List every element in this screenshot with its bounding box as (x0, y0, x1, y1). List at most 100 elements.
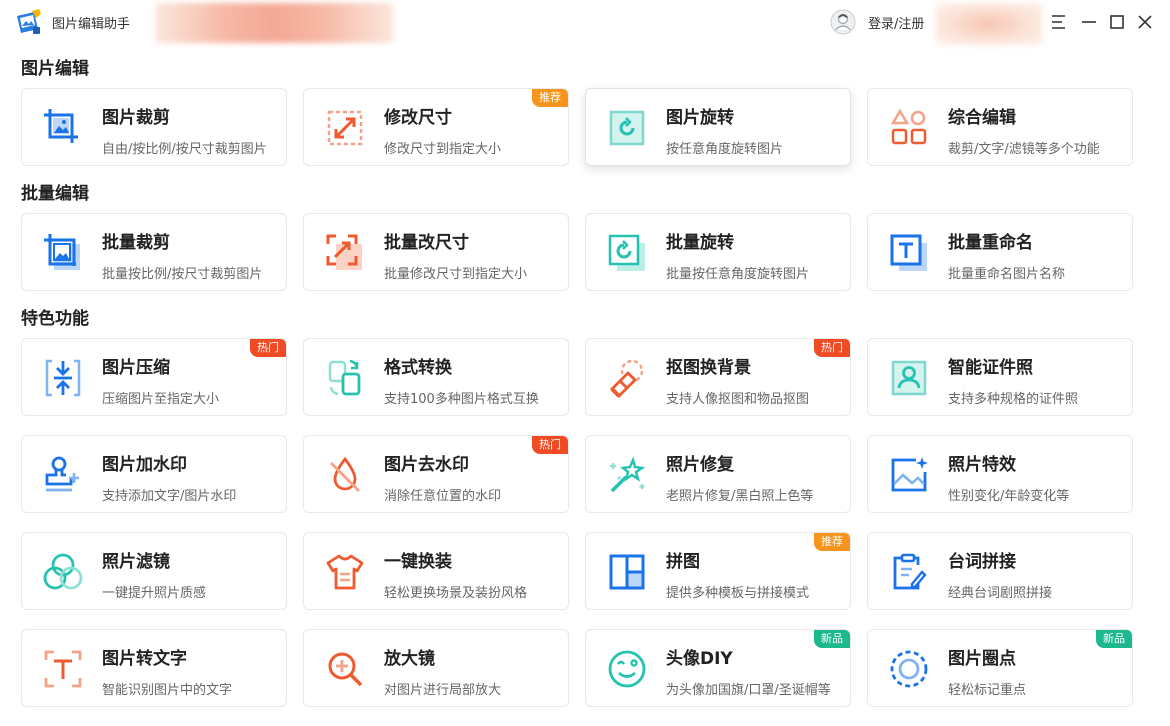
compress-icon (45, 359, 81, 397)
card-image-to-text[interactable]: 图片转文字 智能识别图片中的文字 (21, 629, 287, 707)
card-title: 智能证件照 (948, 358, 1033, 378)
convert-icon (328, 359, 361, 396)
card-title: 图片旋转 (666, 108, 734, 128)
card-subtitle: 性别变化/年龄变化等 (948, 489, 1070, 504)
card-subtitle: 为头像加国旗/口罩/圣诞帽等 (666, 683, 831, 698)
card-subtitle: 对图片进行局部放大 (384, 683, 502, 698)
section-title-features: 特色功能 (21, 309, 89, 329)
collage-icon (609, 554, 645, 590)
rotate-icon (609, 110, 645, 146)
card-batch-resize[interactable]: 批量改尺寸 批量修改尺寸到指定大小 (303, 213, 569, 291)
card-subtitle: 压缩图片至指定大小 (102, 392, 220, 407)
card-title: 图片裁剪 (102, 108, 170, 128)
card-subtitle: 支持多种规格的证件照 (948, 392, 1079, 407)
badge-hot: 热门 (814, 339, 850, 357)
card-rotate[interactable]: 图片旋转 按任意角度旋转图片 (585, 88, 851, 166)
card-resize[interactable]: 修改尺寸 修改尺寸到指定大小 推荐 (303, 88, 569, 166)
card-batch-crop[interactable]: 批量裁剪 批量按比例/按尺寸裁剪图片 (21, 213, 287, 291)
card-add-watermark[interactable]: 图片加水印 支持添加文字/图片水印 (21, 435, 287, 513)
card-title: 头像DIY (666, 649, 733, 669)
cutout-icon (610, 359, 644, 398)
badge-new: 新品 (814, 630, 850, 648)
card-title: 批量裁剪 (102, 233, 170, 253)
card-outfit-change[interactable]: 一键换装 轻松更换场景及装扮风格 (303, 532, 569, 610)
batch-resize-icon (326, 234, 362, 270)
magic-wand-icon (610, 456, 646, 493)
card-cutout-background[interactable]: 抠图换背景 支持人像抠图和物品抠图 热门 (585, 338, 851, 416)
card-subtitle: 批量按比例/按尺寸裁剪图片 (102, 267, 263, 282)
card-subtitle: 轻松标记重点 (948, 683, 1027, 698)
card-format-convert[interactable]: 格式转换 支持100多种图片格式互换 (303, 338, 569, 416)
card-title: 批量改尺寸 (384, 233, 469, 253)
card-collage[interactable]: 拼图 提供多种模板与拼接模式 推荐 (585, 532, 851, 610)
card-subtitle: 老照片修复/黑白照上色等 (666, 489, 814, 504)
card-image-mark[interactable]: 图片圈点 轻松标记重点 新品 (867, 629, 1133, 707)
card-photo-repair[interactable]: 照片修复 老照片修复/黑白照上色等 (585, 435, 851, 513)
card-comprehensive-edit[interactable]: 综合编辑 裁剪/文字/滤镜等多个功能 (867, 88, 1133, 166)
login-register-link[interactable]: 登录/注册 (868, 13, 924, 32)
badge-recommend: 推荐 (814, 533, 850, 551)
card-title: 批量旋转 (666, 233, 734, 253)
rename-icon (890, 234, 927, 271)
card-magnifier[interactable]: 放大镜 对图片进行局部放大 (303, 629, 569, 707)
card-image-crop[interactable]: 图片裁剪 自由/按比例/按尺寸裁剪图片 (21, 88, 287, 166)
title-bar: 图片编辑助手 登录/注册 (0, 0, 1170, 45)
card-title: 批量重命名 (948, 233, 1033, 253)
card-subtitle: 按任意角度旋转图片 (666, 142, 784, 157)
card-title: 格式转换 (384, 358, 452, 378)
section-title-image-edit: 图片编辑 (21, 59, 89, 79)
badge-new: 新品 (1096, 630, 1132, 648)
card-title: 放大镜 (384, 649, 435, 669)
card-subtitle: 自由/按比例/按尺寸裁剪图片 (102, 142, 267, 157)
card-title: 照片滤镜 (102, 552, 170, 572)
batch-crop-icon (44, 234, 80, 270)
card-subtitle: 支持添加文字/图片水印 (102, 489, 237, 504)
magnifier-icon (328, 652, 363, 687)
card-remove-watermark[interactable]: 图片去水印 消除任意位置的水印 热门 (303, 435, 569, 513)
close-icon[interactable] (1134, 11, 1156, 33)
clipboard-icon (893, 553, 927, 590)
card-title: 抠图换背景 (666, 358, 751, 378)
card-title: 拼图 (666, 552, 700, 572)
minimize-icon[interactable] (1078, 11, 1100, 33)
shapes-icon (890, 108, 927, 145)
ocr-icon (44, 650, 82, 688)
blurred-banner (155, 3, 393, 43)
badge-recommend: 推荐 (532, 89, 568, 107)
card-id-photo[interactable]: 智能证件照 支持多种规格的证件照 (867, 338, 1133, 416)
card-subtitle: 消除任意位置的水印 (384, 489, 502, 504)
card-subtitle: 支持人像抠图和物品抠图 (666, 392, 810, 407)
card-subtitle: 轻松更换场景及装扮风格 (384, 586, 528, 601)
card-avatar-diy[interactable]: 头像DIY 为头像加国旗/口罩/圣诞帽等 新品 (585, 629, 851, 707)
card-title: 一键换装 (384, 552, 452, 572)
card-photo-filter[interactable]: 照片滤镜 一键提升照片质感 (21, 532, 287, 610)
card-subtitle: 修改尺寸到指定大小 (384, 142, 502, 157)
card-photo-effects[interactable]: 照片特效 性别变化/年龄变化等 (867, 435, 1133, 513)
stamp-icon (45, 456, 79, 492)
card-compress[interactable]: 图片压缩 压缩图片至指定大小 热门 (21, 338, 287, 416)
card-title: 图片圈点 (948, 649, 1016, 669)
badge-hot: 热门 (532, 436, 568, 454)
section-title-batch-edit: 批量编辑 (21, 184, 89, 204)
crop-icon (44, 109, 78, 143)
card-subtitle: 裁剪/文字/滤镜等多个功能 (948, 142, 1100, 157)
id-photo-icon (891, 360, 927, 396)
card-title: 照片修复 (666, 455, 734, 475)
card-title: 台词拼接 (948, 552, 1016, 572)
filter-icon (43, 553, 83, 590)
menu-icon[interactable] (1048, 11, 1070, 33)
card-subtitle: 提供多种模板与拼接模式 (666, 586, 810, 601)
maximize-icon[interactable] (1106, 11, 1128, 33)
circle-mark-icon (890, 650, 928, 688)
card-title: 图片加水印 (102, 455, 187, 475)
card-batch-rotate[interactable]: 批量旋转 批量按任意角度旋转图片 (585, 213, 851, 291)
card-subtitle: 批量修改尺寸到指定大小 (384, 267, 528, 282)
batch-rotate-icon (608, 234, 645, 271)
card-title: 修改尺寸 (384, 108, 452, 128)
card-subtitle: 一键提升照片质感 (102, 586, 207, 601)
card-quote-stitch[interactable]: 台词拼接 经典台词剧照拼接 (867, 532, 1133, 610)
card-subtitle: 智能识别图片中的文字 (102, 683, 233, 698)
card-title: 图片压缩 (102, 358, 170, 378)
card-batch-rename[interactable]: 批量重命名 批量重命名图片名称 (867, 213, 1133, 291)
user-avatar-icon[interactable] (830, 9, 856, 35)
